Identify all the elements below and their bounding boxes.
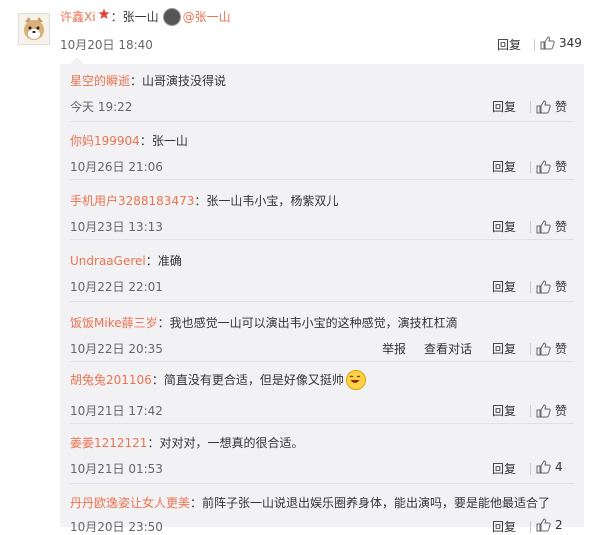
reply-button[interactable]: 回复 [492,158,516,175]
reply-text: 准确 [157,254,182,268]
reply-username[interactable]: 丹丹欧逸姿让女人更美 [70,494,190,512]
divider [530,343,531,355]
reply-text: 张一山 [151,134,188,148]
reply-button[interactable]: 回复 [492,278,516,295]
divider [530,221,531,233]
mention-avatar-icon [162,8,181,26]
reply-text: 我也感觉一山可以演出韦小宝的这种感觉，演技杠杠滴 [169,316,458,330]
reply-time: 10月23日 13:13 [70,220,163,234]
replies-panel: 星空的瞬逝 ： 山哥演技没得说 今天 19:22 回复 赞 你妈199904 ：… [60,64,584,534]
reply-text: 山哥演技没得说 [142,74,227,88]
reply-button[interactable]: 回复 [492,98,516,115]
reply-item: UndraaGerel ： 准确 10月22日 22:01 回复 赞 [60,240,584,302]
reply-time: 10月21日 01:53 [70,462,163,476]
like-button[interactable]: 2 [536,518,563,532]
divider [530,161,531,173]
thumbs-up-icon [536,99,551,113]
divider [530,405,531,417]
avatar[interactable] [18,13,50,45]
reply-time: 10月22日 22:01 [70,280,163,294]
reply-text: 简直没有更合适，但是好像又挺帅 [163,373,344,387]
thumbs-up-icon [536,279,551,293]
reply-button[interactable]: 回复 [492,402,516,419]
divider [530,281,531,293]
reply-item: 星空的瞬逝 ： 山哥演技没得说 今天 19:22 回复 赞 [60,64,584,122]
reply-username[interactable]: 手机用户3288183473 [70,192,194,210]
view-conversation-button[interactable]: 查看对话 [424,340,472,357]
reply-username[interactable]: 饭饭Mike薛三岁 [70,314,158,332]
reply-text: 对对对，一想真的很合适。 [159,436,304,450]
reply-button[interactable]: 回复 [492,460,516,477]
main-comment-text: 张一山 [122,10,159,24]
reply-text: 张一山韦小宝，杨紫双儿 [206,194,339,208]
dog-avatar-icon [19,14,49,44]
main-comment: 许鑫Xi ： 张一山 @张一山 10月20日 18:40 回复 349 [0,0,600,58]
like-button[interactable]: 赞 [536,340,567,357]
reply-item: 丹丹欧逸姿让女人更美 ： 前阵子张一山说退出娱乐圈养身体，能出演吗，要是能他最适… [70,494,563,534]
like-button[interactable]: 赞 [536,278,567,295]
thumbs-up-icon [536,341,551,355]
laughing-emoji-icon [345,370,366,390]
mention-link[interactable]: @张一山 [183,8,231,26]
reply-username[interactable]: 你妈199904 [70,132,140,150]
reply-username[interactable]: 星空的瞬逝 [70,72,130,90]
main-comment-time: 10月20日 18:40 [60,38,153,52]
star-badge-icon[interactable] [98,8,110,26]
reply-button[interactable]: 回复 [492,218,516,235]
reply-time: 10月26日 21:06 [70,160,163,174]
reply-username[interactable]: UndraaGerel [70,252,146,270]
main-username[interactable]: 许鑫Xi [60,8,96,26]
main-reply-button[interactable]: 回复 [497,36,521,53]
reply-time: 10月21日 17:42 [70,404,163,418]
divider [530,463,531,475]
like-button[interactable]: 4 [536,460,563,474]
reply-item: 胡兔兔201106 ： 简直没有更合适，但是好像又挺帅 10月21日 17:42… [60,362,584,424]
divider [530,101,531,113]
divider [530,521,531,533]
reply-button[interactable]: 回复 [492,340,516,357]
like-button[interactable]: 赞 [536,218,567,235]
thumbs-up-icon [536,518,551,532]
reply-item: 手机用户3288183473 ： 张一山韦小宝，杨紫双儿 10月23日 13:1… [60,180,584,240]
reply-time: 10月22日 20:35 [70,342,163,356]
report-button[interactable]: 举报 [382,340,406,357]
thumbs-up-icon [536,219,551,233]
reply-username[interactable]: 胡兔兔201106 [70,371,152,389]
reply-username[interactable]: 姜姜1212121 [70,434,147,452]
reply-item: 饭饭Mike薛三岁 ： 我也感觉一山可以演出韦小宝的这种感觉，演技杠杠滴 10月… [60,302,584,362]
thumbs-up-icon [536,159,551,173]
reply-item: 姜姜1212121 ： 对对对，一想真的很合适。 10月21日 01:53 回复… [60,424,584,484]
reply-panel-arrow [70,57,84,64]
like-button[interactable]: 赞 [536,158,567,175]
thumbs-up-icon [536,403,551,417]
thumbs-up-icon [536,460,551,474]
like-button[interactable]: 赞 [536,402,567,419]
like-button[interactable]: 赞 [536,98,567,115]
reply-item: 你妈199904 ： 张一山 10月26日 21:06 回复 赞 [60,122,584,180]
reply-time: 今天 19:22 [70,100,133,114]
main-like-count: 349 [559,36,582,50]
main-like-button[interactable]: 349 [540,36,582,50]
main-comment-line: 许鑫Xi ： 张一山 @张一山 [60,8,231,26]
thumbs-up-icon [540,36,555,50]
divider [534,39,535,51]
reply-text: 前阵子张一山说退出娱乐圈养身体，能出演吗，要是能他最适合了 [202,496,551,510]
